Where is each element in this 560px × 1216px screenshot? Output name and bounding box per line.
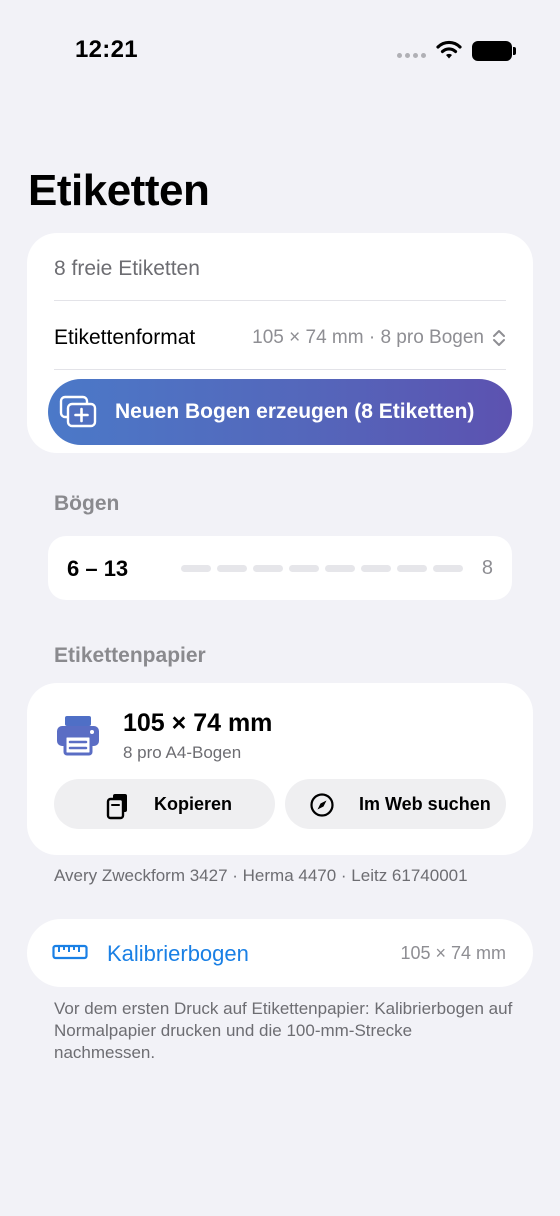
- sheet-range-row[interactable]: 6 – 13 8: [48, 536, 512, 600]
- free-labels-count: 8 freie Etiketten: [54, 257, 200, 280]
- format-label: Etikettenformat: [54, 326, 196, 349]
- compatible-products: Avery Zweckform 3427 · Herma 4470 · Leit…: [54, 866, 468, 885]
- paper-header: Etikettenpapier: [54, 644, 206, 667]
- copy-icon: [106, 794, 127, 820]
- sheet-range: 6 – 13: [67, 556, 129, 581]
- paper-card: 105 × 74 mm 8 pro A4-Bogen Kopieren Im W…: [27, 683, 533, 855]
- cellular-signal-icon: [397, 53, 426, 58]
- calibration-size: 105 × 74 mm: [400, 943, 506, 963]
- battery-icon: [472, 41, 516, 61]
- calibration-note: Vor dem ersten Druck auf Etikettenpapier…: [54, 999, 513, 1062]
- paper-size: 105 × 74 mm: [123, 709, 273, 737]
- sheet-label-indicator: [181, 565, 463, 572]
- status-time: 12:21: [75, 36, 138, 63]
- create-sheet-button[interactable]: Neuen Bogen erzeugen (8 Etiketten): [48, 379, 512, 445]
- copy-button[interactable]: Kopieren: [54, 779, 275, 829]
- status-bar: 12:21: [0, 0, 560, 100]
- printer-icon: [57, 716, 99, 756]
- paper-per-sheet: 8 pro A4-Bogen: [123, 743, 242, 762]
- divider: [54, 369, 506, 370]
- calibration-row[interactable]: Kalibrierbogen 105 × 74 mm: [27, 919, 533, 987]
- sheet-label-count: 8: [481, 557, 493, 579]
- copy-label: Kopieren: [154, 794, 233, 814]
- sheets-header: Bögen: [54, 492, 120, 515]
- compass-icon: [310, 793, 334, 817]
- page-title: Etiketten: [28, 166, 210, 215]
- divider: [54, 300, 506, 301]
- add-sheet-icon: [59, 395, 97, 428]
- web-search-button[interactable]: Im Web suchen: [285, 779, 506, 829]
- calibration-label: Kalibrierbogen: [107, 941, 249, 966]
- ruler-icon: [52, 944, 88, 960]
- label-format-row[interactable]: Etikettenformat 105 × 74 mm · 8 pro Boge…: [54, 321, 506, 355]
- chevron-up-down-icon: [493, 330, 505, 346]
- labels-card: 8 freie Etiketten Etikettenformat 105 × …: [27, 233, 533, 453]
- create-sheet-label: Neuen Bogen erzeugen (8 Etiketten): [115, 400, 475, 423]
- wifi-icon: [436, 40, 462, 59]
- web-search-label: Im Web suchen: [359, 794, 491, 814]
- format-value[interactable]: 105 × 74 mm · 8 pro Bogen: [252, 327, 484, 349]
